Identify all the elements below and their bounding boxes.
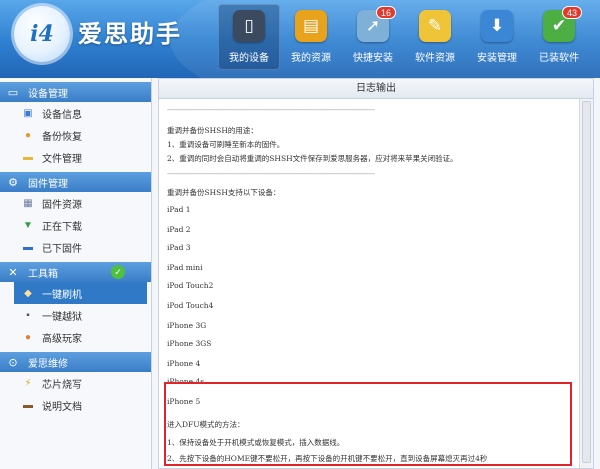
logo-mark: i4 [30, 21, 54, 47]
downloaded-icon: ▬ [23, 241, 33, 253]
sidebar-item-label: 一键越狱 [42, 311, 82, 323]
sidebar-item-label: 说明文档 [42, 401, 82, 413]
nav-item-check[interactable]: ✔ 已装软件 43 [528, 4, 590, 70]
nav-label: 已装软件 [539, 53, 579, 64]
nav-label: 我的资源 [291, 53, 331, 64]
log-separator: ----------------------------------------… [167, 169, 375, 178]
sidebar-item-folder[interactable]: ▬ 文件管理 [0, 146, 151, 168]
log-line: 重调并备份SHSH的用途： [167, 126, 258, 135]
sidebar-item-label: 芯片烧写 [42, 379, 82, 391]
log-line: iPod Touch4 [167, 301, 214, 310]
log-line: iPhone 3GS [167, 339, 212, 348]
firmware-icon: ▦ [23, 197, 33, 209]
panel-title: 日志输出 [159, 79, 593, 99]
phone-icon: ▯ [233, 10, 265, 42]
sidebar-section-title: 工具箱 [28, 268, 58, 280]
sidebar-item-label: 文件管理 [42, 153, 82, 165]
nav-item-download[interactable]: ⬇ 安装管理 [466, 4, 528, 70]
player-icon: ● [24, 331, 32, 343]
nav-item-rocket[interactable]: ➚ 快捷安装 16 [342, 4, 404, 70]
sidebar-item-downloaded[interactable]: ▬ 已下固件 [0, 236, 151, 258]
sidebar-item-player[interactable]: ● 高级玩家 [0, 326, 151, 348]
monitor-icon: ▭ [7, 86, 19, 99]
sidebar-item-label: 高级玩家 [42, 333, 82, 345]
sidebar-section-title: 设备管理 [28, 88, 68, 100]
jailbreak-icon: ▪ [26, 309, 30, 321]
sidebar-section-header[interactable]: ▭ 设备管理 [0, 82, 151, 102]
app-title: 爱思助手 [78, 20, 182, 48]
sidebar-item-jailbreak[interactable]: ▪ 一键越狱 [0, 304, 151, 326]
sidebar-section-title: 爱思维修 [28, 358, 68, 370]
tools-icon: ✕ [8, 266, 18, 279]
sidebar-item-label: 正在下载 [42, 221, 82, 233]
sidebar-item-device-info[interactable]: ▣ 设备信息 [0, 102, 151, 124]
folder-icon: ▬ [23, 151, 33, 163]
sidebar-section-header[interactable]: ⚙ 固件管理 [0, 172, 151, 192]
app-header: i4 爱思助手 ▯ 我的设备 ▤ 我的资源 ➚ 快捷安装 16 ✎ 软件资源 ⬇ 安装管理 ✔ 已装软件… [0, 0, 600, 78]
chip-icon: ⚡ [24, 377, 32, 389]
log-line: 重调并备份SHSH支持以下设备： [167, 188, 281, 197]
doc-icon: ▬ [23, 399, 33, 411]
sidebar-item-flash[interactable]: ◆ 一键刷机 [14, 282, 147, 304]
sidebar-item-label: 已下固件 [42, 243, 82, 255]
notification-badge: 43 [562, 6, 582, 19]
check-circle-icon: ✓ [111, 265, 125, 279]
gear-icon: ⚙ [8, 176, 18, 189]
sidebar-item-label: 设备信息 [42, 109, 82, 121]
flash-icon: ◆ [24, 287, 32, 299]
sidebar-item-doc[interactable]: ▬ 说明文档 [0, 394, 151, 416]
sidebar: ▭ 设备管理 ▣ 设备信息 ● 备份恢复 ▬ 文件管理 ⚙ 固件管理 ▦ 固件资源 ▼ 正在下载 ▬ 已下固件… [0, 78, 152, 469]
log-separator: ----------------------------------------… [167, 105, 375, 114]
nav-item-phone[interactable]: ▯ 我的设备 [218, 4, 280, 70]
sidebar-item-label: 备份恢复 [42, 131, 82, 143]
sidebar-item-downloading[interactable]: ▼ 正在下载 [0, 214, 151, 236]
top-nav: ▯ 我的设备 ▤ 我的资源 ➚ 快捷安装 16 ✎ 软件资源 ⬇ 安装管理 ✔ 已装软件 43 [218, 4, 590, 74]
sidebar-section-header[interactable]: ✕ 工具箱 ✓ [0, 262, 151, 282]
log-line: iPhone 3G [167, 321, 207, 330]
device-info-icon: ▣ [23, 107, 33, 119]
dfu-instructions-highlight [164, 382, 572, 466]
log-line: 1、重调设备可刷睡至新本的固件。 [167, 140, 285, 149]
download-icon: ⬇ [481, 10, 513, 42]
nav-item-pencil[interactable]: ✎ 软件资源 [404, 4, 466, 70]
nav-item-chart[interactable]: ▤ 我的资源 [280, 4, 342, 70]
sidebar-item-chip[interactable]: ⚡ 芯片烧写 [0, 372, 151, 394]
log-line: iPod Touch2 [167, 281, 214, 290]
scrollbar[interactable] [579, 99, 593, 468]
sidebar-item-firmware[interactable]: ▦ 固件资源 [0, 192, 151, 214]
sidebar-item-backup[interactable]: ● 备份恢复 [0, 124, 151, 146]
pencil-icon: ✎ [419, 10, 451, 42]
nav-label: 我的设备 [229, 53, 269, 64]
nav-label: 安装管理 [477, 53, 517, 64]
sidebar-item-label: 固件资源 [42, 199, 82, 211]
sidebar-section-header[interactable]: ⊙ 爱思维修 [0, 352, 151, 372]
chart-icon: ▤ [295, 10, 327, 42]
notification-badge: 16 [376, 6, 396, 19]
log-line: iPad mini [167, 263, 203, 272]
log-line: iPad 1 [167, 205, 191, 214]
nav-label: 快捷安装 [353, 53, 393, 64]
app-logo: i4 [14, 6, 70, 62]
backup-icon: ● [24, 129, 32, 141]
sidebar-section-title: 固件管理 [28, 178, 68, 190]
nav-label: 软件资源 [415, 53, 455, 64]
log-line: iPad 3 [167, 243, 191, 252]
downloading-icon: ▼ [23, 219, 33, 231]
log-line: 2、重调的同时会自动将重调的SHSH文件保存到爱思服务器，应对将来苹果关闭验证。 [167, 154, 458, 163]
scrollbar-thumb[interactable] [582, 101, 591, 463]
log-line: iPhone 4 [167, 359, 201, 368]
log-line: iPad 2 [167, 225, 191, 234]
sidebar-item-label: 一键刷机 [42, 289, 82, 301]
repair-icon: ⊙ [8, 356, 18, 369]
